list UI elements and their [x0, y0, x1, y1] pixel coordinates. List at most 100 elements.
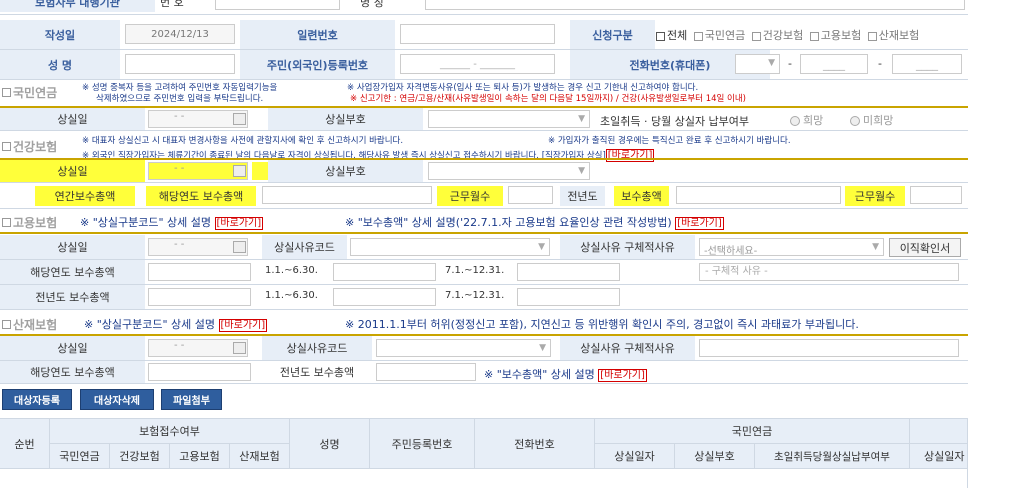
health-note-1b: ※ 가입자가 출직된 경우에는 특직신고 완료 후 신고하시기 바랍니다.	[548, 136, 791, 146]
pension-loss-code-select[interactable]: ▼	[428, 110, 590, 128]
rrn-input[interactable]: ______ - _______	[400, 54, 555, 74]
check-accident-label: 산재보험	[878, 29, 920, 42]
phone-last-input[interactable]: ____	[892, 54, 962, 74]
agency-name-input[interactable]	[425, 0, 965, 10]
pension-opt-hope-text: 희망	[803, 114, 824, 127]
emp-prev-total-input[interactable]	[148, 288, 251, 306]
emp-period1-input[interactable]	[333, 263, 436, 281]
accident-note-1-text: ※ "상실구분코드" 상세 설명	[84, 318, 216, 331]
emp-reason-code-text: 상실사유코드	[274, 241, 335, 254]
pension-loss-date-label: 상실일	[0, 108, 145, 130]
emp-select-placeholder: -선택하세요-	[704, 246, 758, 257]
write-date-label: 작성일	[0, 20, 120, 49]
acc-loss-date-text: 상실일	[57, 342, 88, 355]
agency-number-input[interactable]	[215, 0, 340, 10]
delete-button[interactable]: 대상자삭제	[80, 389, 154, 410]
acc-note-3: ※ "보수총액" 상세 설명 [바로가기]	[484, 366, 647, 382]
emp-year-total-input[interactable]	[148, 263, 251, 281]
pension-opt-hope[interactable]: 희망	[790, 112, 823, 128]
check-health-label: 건강보험	[762, 29, 804, 42]
accident-note-1: ※ "상실구분코드" 상세 설명 [바로가기]	[84, 316, 268, 332]
employment-note-1: ※ "상실구분코드" 상세 설명 [바로가기]	[80, 214, 264, 230]
write-date-text: 작성일	[44, 28, 76, 42]
health-total-row: 연간보수총액 해당연도 보수총액 근무월수 전년도 보수총액 근무월수	[0, 184, 968, 208]
prev-total-label: 보수총액	[614, 186, 669, 206]
acc-reason-code-label: 상실사유코드	[262, 336, 372, 360]
calendar-icon[interactable]	[233, 241, 246, 253]
acc-reason-detail-input[interactable]	[699, 339, 959, 357]
acc-year-total-label: 해당연도 보수총액	[0, 361, 145, 383]
emp-year-total-text: 해당연도 보수총액	[30, 266, 115, 279]
col-ins-employment: 고용보험	[170, 444, 230, 469]
check-all[interactable]: 전체	[656, 29, 687, 42]
accident-link-1[interactable]: [바로가기]	[218, 319, 268, 332]
emp-loss-date-text: 상실일	[57, 241, 88, 254]
health-loss-code-label: 상실부호	[268, 160, 423, 182]
emp-period-2: 7.1.~12.31.	[445, 265, 505, 276]
chevron-down-icon: ▼	[872, 242, 879, 252]
phone-mid-input[interactable]: ____	[800, 54, 868, 74]
register-button[interactable]: 대상자등록	[2, 389, 72, 410]
radio-icon	[850, 116, 860, 126]
apply-type-label: 신청구분	[570, 20, 655, 49]
check-health[interactable]: 건강보험	[751, 29, 804, 42]
chevron-down-icon: ▼	[578, 114, 585, 124]
serial-input[interactable]	[400, 24, 555, 44]
emp-reason-detail-select[interactable]: -선택하세요- ▼	[699, 238, 884, 257]
health-loss-code-select[interactable]: ▼	[428, 162, 590, 180]
emp-period3-input[interactable]	[333, 288, 436, 306]
employment-note-2-text: ※ "보수총액" 상세 설명('22.7.1.자 고용보험 요율인상 관련 작성…	[345, 216, 672, 229]
phone-prefix-select[interactable]: ▼	[735, 54, 780, 74]
pension-note-2b: ※ 신고기한 : 연금/고용/산재(사유발생일이 속하는 달의 다음달 15일까…	[350, 94, 746, 104]
emp-period4-input[interactable]	[517, 288, 620, 306]
health-link[interactable]: [바로가기]	[605, 149, 655, 162]
health-loss-code-text: 상실부호	[325, 165, 366, 178]
months2-input[interactable]	[910, 186, 962, 204]
check-pension-label: 국민연금	[704, 29, 746, 42]
emp-reason-code-select[interactable]: ▼	[350, 238, 550, 256]
attach-button[interactable]: 파일첨부	[161, 389, 222, 410]
employment-note-2: ※ "보수총액" 상세 설명('22.7.1.자 고용보험 요율인상 관련 작성…	[345, 214, 724, 230]
emp-prev-total-text: 전년도 보수총액	[35, 291, 110, 304]
employment-note-1-text: ※ "상실구분코드" 상세 설명	[80, 216, 212, 229]
acc-prev-total-input[interactable]	[376, 363, 476, 381]
health-section-title: 건강보험	[2, 138, 57, 155]
pension-loss-date-text: 상실일	[57, 113, 88, 126]
verify-button[interactable]: 이직확인서	[889, 238, 961, 257]
prev-total-input[interactable]	[676, 186, 841, 204]
pension-first-day-label: 초일취득 · 당월 상실자 납부여부	[600, 115, 750, 128]
year-total-input[interactable]	[262, 186, 432, 204]
emp-period2-input[interactable]	[517, 263, 620, 281]
acc-link-3[interactable]: [바로가기]	[598, 369, 647, 382]
check-employment[interactable]: 고용보험	[809, 29, 861, 42]
agency-number-label: 번 호	[155, 0, 215, 12]
calendar-icon[interactable]	[233, 342, 246, 354]
col-group-next	[910, 419, 968, 444]
acc-reason-code-text: 상실사유코드	[286, 342, 348, 355]
check-accident[interactable]: 산재보험	[867, 29, 920, 42]
emp-period-1: 1.1.~6.30.	[265, 265, 318, 276]
employment-link-1[interactable]: [바로가기]	[214, 217, 264, 230]
check-pension[interactable]: 국민연금	[693, 29, 746, 42]
calendar-icon[interactable]	[233, 113, 246, 125]
employment-link-2[interactable]: [바로가기]	[675, 217, 724, 230]
name-input[interactable]	[125, 54, 235, 74]
serial-label: 일련번호	[240, 20, 395, 49]
pension-opt-nohope[interactable]: 미희망	[850, 112, 893, 128]
emp-prev-total-label: 전년도 보수총액	[0, 285, 145, 309]
acc-reason-detail-text: 상실사유 구체적사유	[580, 342, 675, 355]
acc-reason-code-select[interactable]: ▼	[376, 339, 551, 357]
acc-year-total-input[interactable]	[148, 363, 251, 381]
write-date-value: 2024/12/13	[125, 24, 235, 44]
calendar-icon[interactable]	[233, 165, 246, 177]
agency-number-text: 번 호	[160, 0, 184, 9]
name-label: 성 명	[0, 50, 120, 79]
months-input[interactable]	[508, 186, 553, 204]
accident-section-title: 산재보험	[2, 316, 57, 333]
chevron-down-icon: ▼	[538, 242, 545, 252]
emp-detail-input[interactable]: - 구체적 사유 -	[699, 263, 959, 281]
chevron-down-icon: ▼	[578, 166, 585, 176]
pension-loss-code-text: 상실부호	[325, 113, 366, 126]
col-phone: 전화번호	[475, 419, 595, 469]
phone-dash-1: -	[788, 57, 792, 70]
